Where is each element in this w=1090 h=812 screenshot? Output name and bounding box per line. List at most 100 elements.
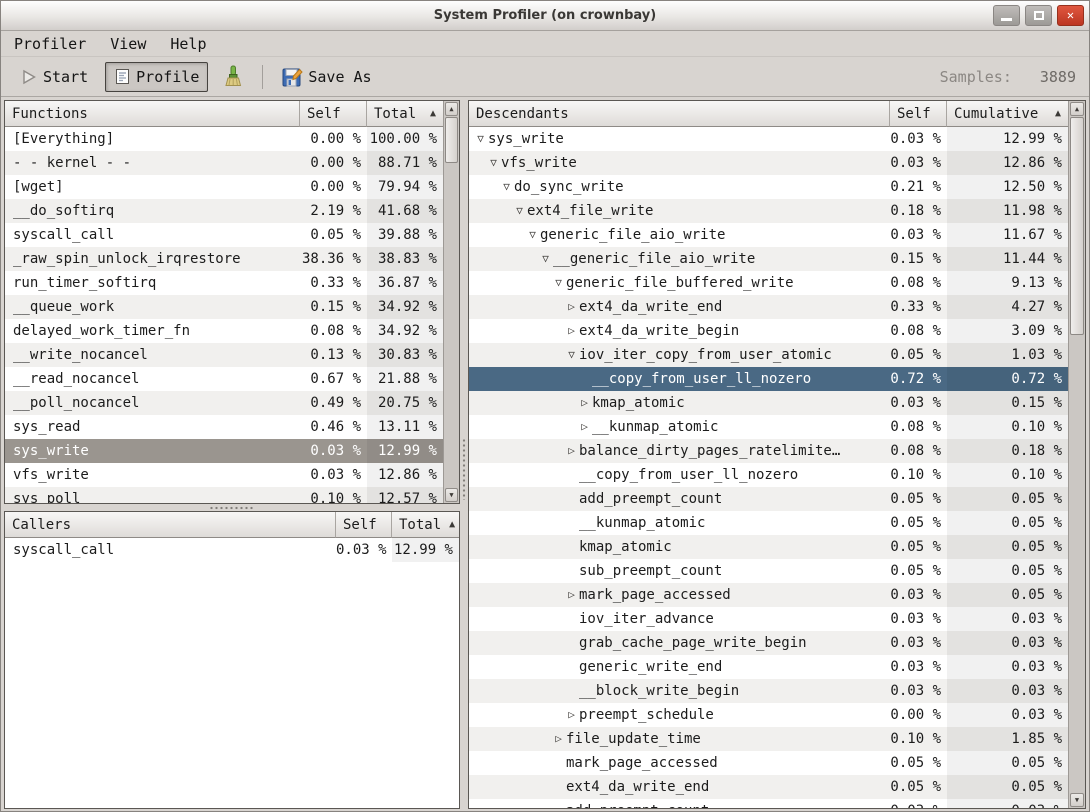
minimize-button[interactable] <box>993 5 1020 26</box>
tree-row[interactable]: ▷mark_page_accessed0.03 %0.05 % <box>469 583 1068 607</box>
expander-closed-icon[interactable]: ▷ <box>564 319 579 343</box>
table-row[interactable]: syscall_call0.05 %39.88 % <box>5 223 443 247</box>
tree-row[interactable]: ▽vfs_write0.03 %12.86 % <box>469 151 1068 175</box>
function-name-cell: __queue_work <box>5 295 300 319</box>
tree-row[interactable]: ext4_da_write_end0.05 %0.05 % <box>469 775 1068 799</box>
expander-closed-icon[interactable]: ▷ <box>564 583 579 607</box>
column-header-callers[interactable]: Callers <box>5 512 336 538</box>
expander-open-icon[interactable]: ▽ <box>551 271 566 295</box>
tree-row[interactable]: grab_cache_page_write_begin0.03 %0.03 % <box>469 631 1068 655</box>
table-row[interactable]: _raw_spin_unlock_irqrestore38.36 %38.83 … <box>5 247 443 271</box>
table-row[interactable]: sys_read0.46 %13.11 % <box>5 415 443 439</box>
column-header-self[interactable]: Self <box>300 101 367 127</box>
table-row[interactable]: - - kernel - -0.00 %88.71 % <box>5 151 443 175</box>
expander-open-icon[interactable]: ▽ <box>525 223 540 247</box>
cumulative-value-cell: 0.03 % <box>947 679 1068 703</box>
scroll-down-icon[interactable]: ▼ <box>445 488 458 502</box>
table-row[interactable]: sys_write0.03 %12.99 % <box>5 439 443 463</box>
profile-toggle-button[interactable]: Profile <box>105 62 208 92</box>
self-value-cell: 0.08 % <box>890 319 947 343</box>
close-button[interactable]: ✕ <box>1057 5 1084 26</box>
tree-row[interactable]: ▽ext4_file_write0.18 %11.98 % <box>469 199 1068 223</box>
maximize-button[interactable] <box>1025 5 1052 26</box>
functions-scrollbar[interactable]: ▲ ▼ <box>443 101 459 503</box>
tree-row[interactable]: sub_preempt_count0.05 %0.05 % <box>469 559 1068 583</box>
tree-row[interactable]: __copy_from_user_ll_nozero0.10 %0.10 % <box>469 463 1068 487</box>
table-row[interactable]: delayed_work_timer_fn0.08 %34.92 % <box>5 319 443 343</box>
table-row[interactable]: __queue_work0.15 %34.92 % <box>5 295 443 319</box>
tree-row[interactable]: ▽__generic_file_aio_write0.15 %11.44 % <box>469 247 1068 271</box>
scroll-up-icon[interactable]: ▲ <box>445 102 458 116</box>
expander-open-icon[interactable]: ▽ <box>564 343 579 367</box>
table-row[interactable]: __do_softirq2.19 %41.68 % <box>5 199 443 223</box>
table-row[interactable]: sys_poll0.10 %12.57 % <box>5 487 443 503</box>
column-header-total[interactable]: Total▲ <box>367 101 443 127</box>
tree-row[interactable]: ▷__kunmap_atomic0.08 %0.10 % <box>469 415 1068 439</box>
horizontal-splitter[interactable] <box>4 504 460 511</box>
column-header-descendants[interactable]: Descendants <box>469 101 890 127</box>
column-header-cumulative[interactable]: Cumulative▲ <box>947 101 1068 127</box>
table-row[interactable]: syscall_call0.03 %12.99 % <box>5 538 459 562</box>
functions-scrollbar-thumb[interactable] <box>445 117 458 163</box>
tree-row[interactable]: kmap_atomic0.05 %0.05 % <box>469 535 1068 559</box>
scroll-down-icon[interactable]: ▼ <box>1070 793 1084 807</box>
expander-closed-icon[interactable]: ▷ <box>564 295 579 319</box>
tree-row[interactable]: ▷preempt_schedule0.00 %0.03 % <box>469 703 1068 727</box>
tree-row[interactable]: ▷ext4_da_write_end0.33 %4.27 % <box>469 295 1068 319</box>
tree-row[interactable]: generic_write_end0.03 %0.03 % <box>469 655 1068 679</box>
menu-view[interactable]: View <box>110 35 146 53</box>
expander-open-icon[interactable]: ▽ <box>512 199 527 223</box>
expander-open-icon[interactable]: ▽ <box>499 175 514 199</box>
column-header-functions[interactable]: Functions <box>5 101 300 127</box>
function-name: grab_cache_page_write_begin <box>579 631 807 655</box>
tree-row[interactable]: ▷file_update_time0.10 %1.85 % <box>469 727 1068 751</box>
table-row[interactable]: __read_nocancel0.67 %21.88 % <box>5 367 443 391</box>
expander-closed-icon[interactable]: ▷ <box>564 439 579 463</box>
cumulative-value-cell: 0.05 % <box>947 559 1068 583</box>
expander-open-icon[interactable]: ▽ <box>538 247 553 271</box>
scroll-up-icon[interactable]: ▲ <box>1070 102 1084 116</box>
descendants-scrollbar-thumb[interactable] <box>1070 117 1084 335</box>
table-row[interactable]: [wget]0.00 %79.94 % <box>5 175 443 199</box>
tree-row[interactable]: mark_page_accessed0.05 %0.05 % <box>469 751 1068 775</box>
table-row[interactable]: __poll_nocancel0.49 %20.75 % <box>5 391 443 415</box>
reset-button[interactable] <box>214 59 252 95</box>
cumulative-value-cell: 0.05 % <box>947 487 1068 511</box>
tree-row[interactable]: ▽do_sync_write0.21 %12.50 % <box>469 175 1068 199</box>
tree-row[interactable]: __block_write_begin0.03 %0.03 % <box>469 679 1068 703</box>
column-header-self[interactable]: Self <box>336 512 392 538</box>
expander-closed-icon[interactable]: ▷ <box>551 727 566 751</box>
tree-row[interactable]: add_preempt_count0.05 %0.05 % <box>469 487 1068 511</box>
table-row[interactable]: __write_nocancel0.13 %30.83 % <box>5 343 443 367</box>
expander-open-icon[interactable]: ▽ <box>486 151 501 175</box>
expander-closed-icon[interactable]: ▷ <box>577 415 592 439</box>
column-header-total[interactable]: Total▲ <box>392 512 459 538</box>
menu-profiler[interactable]: Profiler <box>14 35 86 53</box>
table-row[interactable]: [Everything]0.00 %100.00 % <box>5 127 443 151</box>
tree-row[interactable]: iov_iter_advance0.03 %0.03 % <box>469 607 1068 631</box>
tree-row[interactable]: add_preempt_count0.03 %0.03 % <box>469 799 1068 808</box>
column-header-self[interactable]: Self <box>890 101 947 127</box>
descendants-scrollbar[interactable]: ▲ ▼ <box>1068 101 1085 808</box>
tree-row[interactable]: ▽iov_iter_copy_from_user_atomic0.05 %1.0… <box>469 343 1068 367</box>
table-row[interactable]: vfs_write0.03 %12.86 % <box>5 463 443 487</box>
tree-row[interactable]: __copy_from_user_ll_nozero0.72 %0.72 % <box>469 367 1068 391</box>
save-as-button[interactable]: Save As <box>273 61 380 93</box>
cumulative-value-cell: 0.18 % <box>947 439 1068 463</box>
tree-row[interactable]: __kunmap_atomic0.05 %0.05 % <box>469 511 1068 535</box>
tree-row[interactable]: ▽generic_file_buffered_write0.08 %9.13 % <box>469 271 1068 295</box>
table-row[interactable]: run_timer_softirq0.33 %36.87 % <box>5 271 443 295</box>
cumulative-value-cell: 0.05 % <box>947 511 1068 535</box>
expander-closed-icon[interactable]: ▷ <box>577 391 592 415</box>
expander-open-icon[interactable]: ▽ <box>473 127 488 151</box>
tree-row[interactable]: ▷balance_dirty_pages_ratelimite…0.08 %0.… <box>469 439 1068 463</box>
expander-closed-icon[interactable]: ▷ <box>564 703 579 727</box>
menu-help[interactable]: Help <box>170 35 206 53</box>
tree-row[interactable]: ▽sys_write0.03 %12.99 % <box>469 127 1068 151</box>
tree-row[interactable]: ▷ext4_da_write_begin0.08 %3.09 % <box>469 319 1068 343</box>
tree-row[interactable]: ▷kmap_atomic0.03 %0.15 % <box>469 391 1068 415</box>
function-name: add_preempt_count <box>566 799 709 808</box>
tree-row[interactable]: ▽generic_file_aio_write0.03 %11.67 % <box>469 223 1068 247</box>
start-button[interactable]: Start <box>11 62 97 92</box>
vertical-splitter[interactable] <box>460 100 468 809</box>
